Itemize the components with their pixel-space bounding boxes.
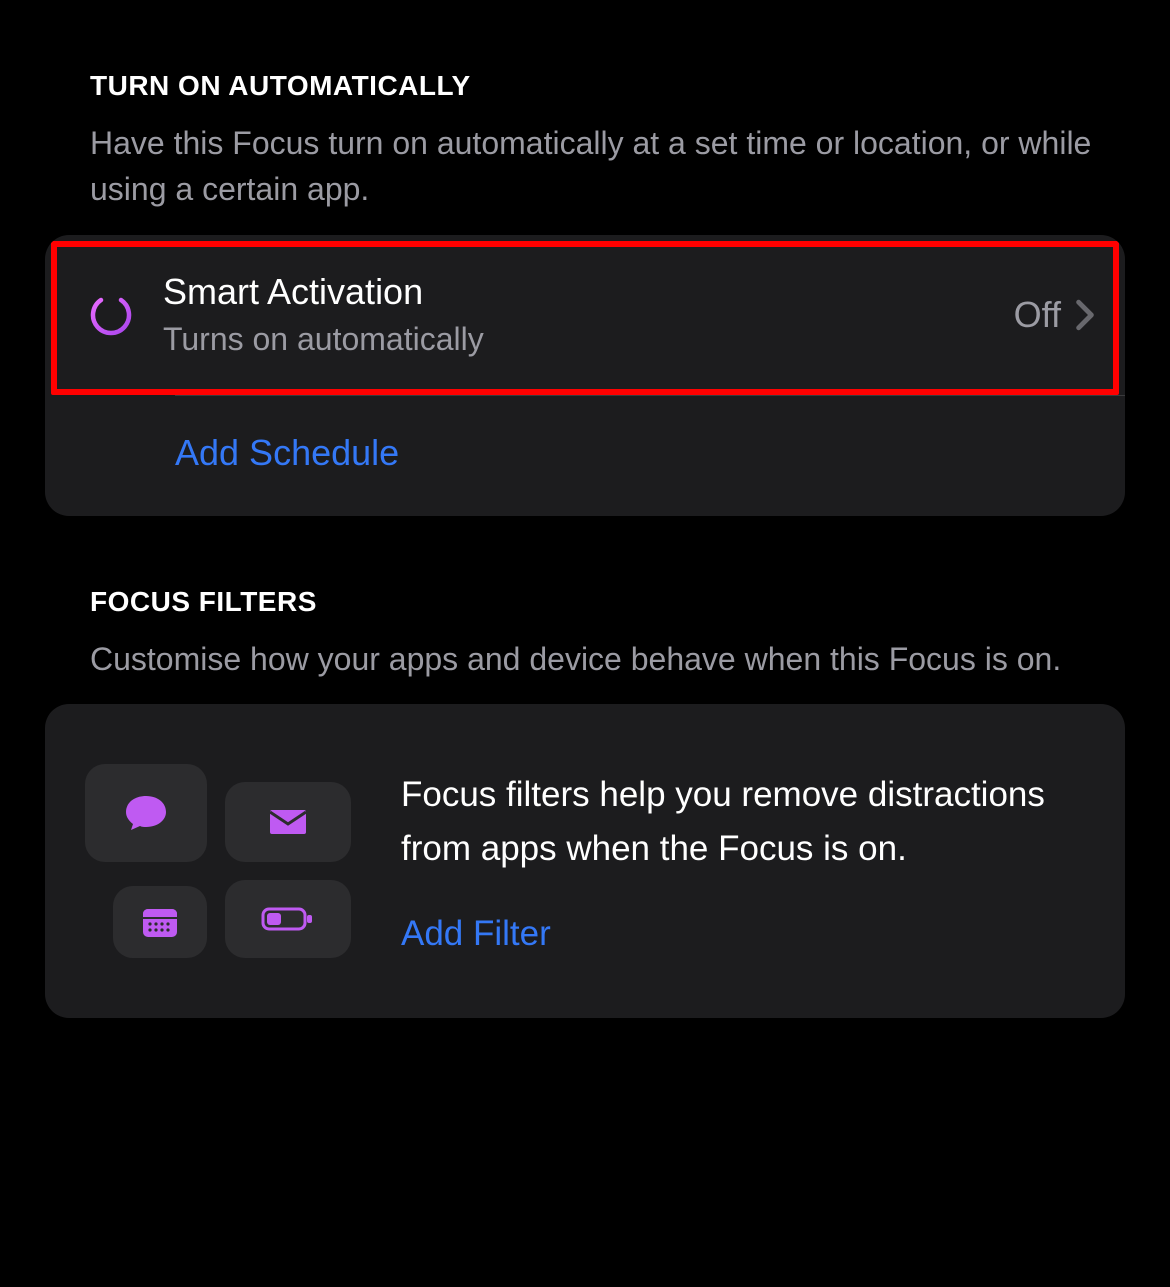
auto-card: Smart Activation Turns on automatically …: [45, 235, 1125, 516]
highlight-annotation: Smart Activation Turns on automatically …: [51, 241, 1119, 395]
add-filter-button[interactable]: Add Filter: [401, 914, 1085, 954]
smart-activation-row[interactable]: Smart Activation Turns on automatically …: [57, 247, 1113, 389]
smart-activation-value: Off: [1014, 294, 1061, 336]
filters-text-block: Focus filters help you remove distractio…: [401, 768, 1085, 955]
message-icon: [85, 764, 207, 862]
auto-section-description: Have this Focus turn on automatically at…: [90, 120, 1095, 213]
filters-section: FOCUS FILTERS Customise how your apps an…: [45, 586, 1125, 1018]
smart-activation-text: Smart Activation Turns on automatically: [163, 269, 1014, 361]
auto-section: TURN ON AUTOMATICALLY Have this Focus tu…: [45, 70, 1125, 516]
add-schedule-label: Add Schedule: [175, 432, 399, 473]
chevron-right-icon: [1075, 299, 1095, 331]
add-schedule-row[interactable]: Add Schedule: [45, 396, 1125, 516]
calendar-icon: [113, 886, 207, 958]
filters-card: Focus filters help you remove distractio…: [45, 704, 1125, 1018]
battery-icon: [225, 880, 351, 958]
mail-icon: [225, 782, 351, 862]
filter-icon-grid: [85, 764, 351, 958]
smart-activation-subtitle: Turns on automatically: [163, 318, 1014, 361]
smart-activation-right: Off: [1014, 294, 1095, 336]
filters-card-description: Focus filters help you remove distractio…: [401, 768, 1085, 877]
power-icon: [81, 290, 141, 340]
filters-section-header: FOCUS FILTERS: [90, 586, 1125, 618]
auto-section-header: TURN ON AUTOMATICALLY: [90, 70, 1125, 102]
filters-section-description: Customise how your apps and device behav…: [90, 636, 1095, 682]
smart-activation-title: Smart Activation: [163, 269, 1014, 316]
